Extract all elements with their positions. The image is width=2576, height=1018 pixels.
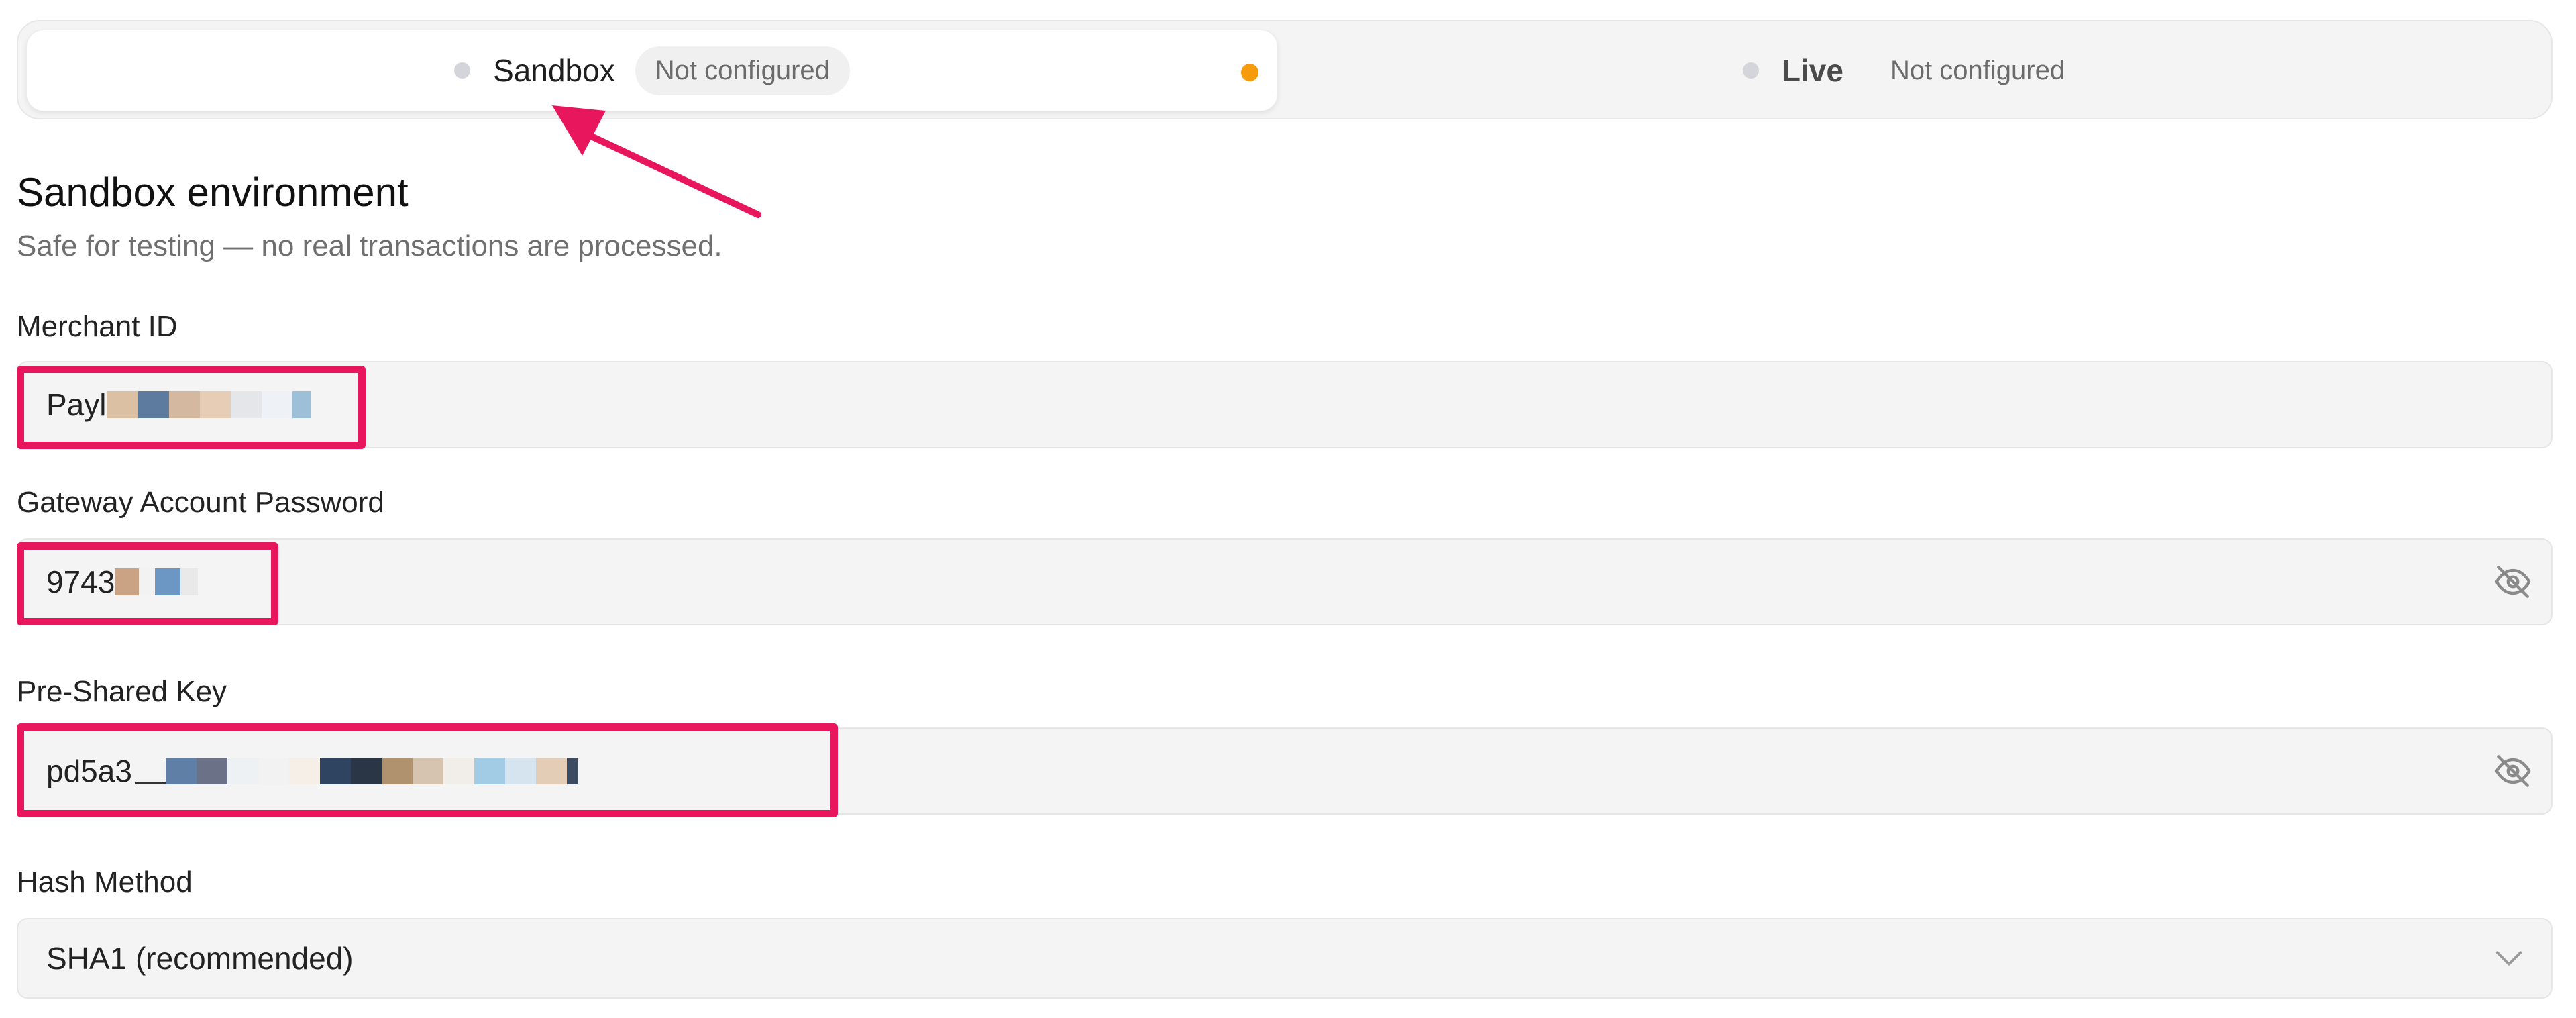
tab-sandbox-status-badge: Not configured — [635, 46, 850, 95]
section-title: Sandbox environment — [17, 170, 409, 215]
merchant-id-label: Merchant ID — [17, 310, 178, 343]
psk-label: Pre-Shared Key — [17, 675, 227, 708]
hash-method-select[interactable]: SHA1 (recommended) — [17, 918, 2553, 999]
annotation-box — [17, 366, 366, 449]
tab-sandbox-label: Sandbox — [493, 53, 615, 88]
tab-indicator-dot — [1742, 62, 1759, 79]
hash-method-label: Hash Method — [17, 866, 193, 899]
environment-tabs: Sandbox Not configured Live Not configur… — [17, 20, 2553, 119]
merchant-id-input[interactable]: Payl — [17, 361, 2553, 448]
tab-sandbox[interactable]: Sandbox Not configured — [26, 30, 1278, 111]
annotation-box — [17, 723, 838, 817]
tab-indicator-dot — [454, 62, 471, 79]
eye-off-icon[interactable] — [2492, 752, 2534, 791]
eye-off-icon[interactable] — [2492, 562, 2534, 601]
tab-live[interactable]: Live Not configured — [1285, 30, 2543, 111]
section-subtitle: Safe for testing — no real transactions … — [17, 230, 722, 262]
tab-live-label: Live — [1781, 53, 1843, 88]
password-input[interactable]: 9743 — [17, 538, 2553, 625]
chevron-down-icon — [2496, 951, 2522, 966]
status-dot — [1241, 64, 1258, 81]
password-label: Gateway Account Password — [17, 486, 384, 519]
annotation-box — [17, 542, 278, 625]
annotation-arrow — [552, 105, 761, 218]
tab-live-status-badge: Not configured — [1890, 55, 2065, 85]
hash-method-value: SHA1 (recommended) — [46, 941, 354, 976]
